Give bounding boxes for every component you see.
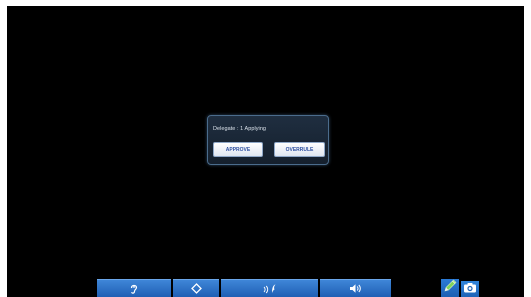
delegate-dialog: Delegate : 1 Applying APPROVE OVERRULE <box>207 115 329 165</box>
volume-button[interactable] <box>320 279 391 297</box>
screen: Delegate : 1 Applying APPROVE OVERRULE <box>7 6 524 297</box>
dialog-message: Delegate : 1 Applying <box>213 126 267 132</box>
pen-icon <box>442 278 458 297</box>
interpretation-button[interactable] <box>221 279 318 297</box>
camera-icon <box>463 280 477 297</box>
diamond-icon <box>190 283 202 294</box>
interpretation-icon <box>262 283 278 295</box>
hearing-button[interactable] <box>97 279 171 297</box>
overrule-button[interactable]: OVERRULE <box>274 142 325 157</box>
approve-button[interactable]: APPROVE <box>213 142 263 157</box>
camera-button[interactable] <box>461 281 479 297</box>
volume-icon <box>349 283 362 294</box>
pen-button[interactable] <box>441 279 459 297</box>
diamond-button[interactable] <box>173 279 219 297</box>
hearing-icon <box>129 283 139 295</box>
